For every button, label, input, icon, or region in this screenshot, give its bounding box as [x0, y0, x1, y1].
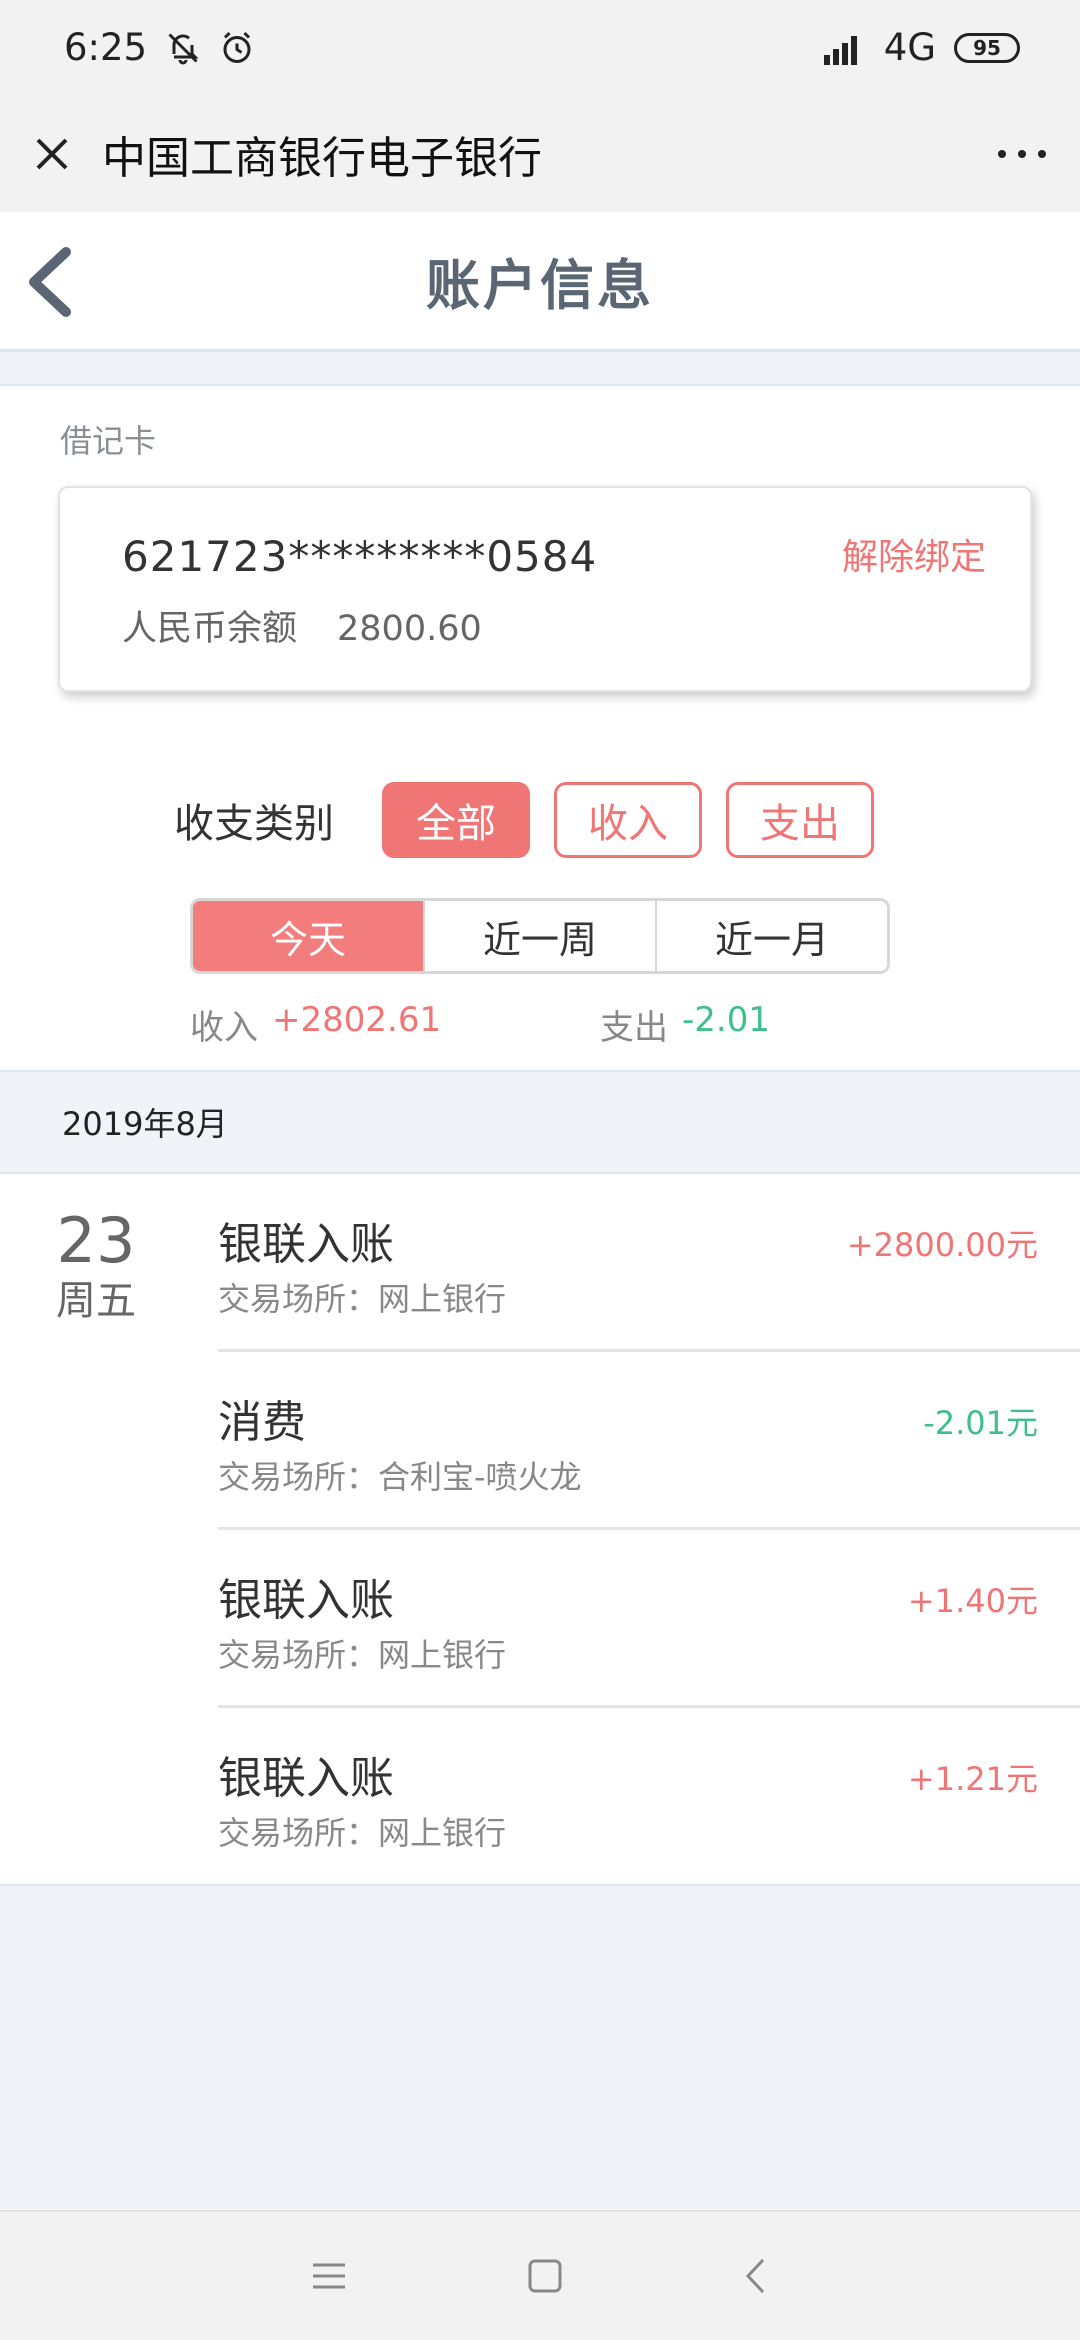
type-filter-label: 收支类别: [174, 801, 334, 847]
transaction-place: 交易场所：合利宝-喷火龙: [218, 1458, 582, 1496]
filter-expense-button[interactable]: 支出: [726, 782, 874, 858]
transaction-row[interactable]: 银联入账 交易场所：网上银行 +1.21元: [218, 1708, 1080, 1886]
network-label: 4G: [883, 26, 936, 69]
transaction-amount: +1.40元: [907, 1582, 1038, 1620]
transaction-row[interactable]: 银联入账 交易场所：网上银行 +1.40元: [218, 1530, 1080, 1708]
period-selector: 今天 近一周 近一月: [190, 898, 890, 974]
app-title: 中国工商银行电子银行: [102, 132, 542, 184]
transaction-row[interactable]: 消费 交易场所：合利宝-喷火龙 -2.01元: [218, 1352, 1080, 1530]
day-number: 23: [56, 1204, 136, 1277]
back-nav-icon[interactable]: [743, 2257, 769, 2295]
status-bar: 6:25 4G 95: [0, 0, 1080, 95]
transaction-row[interactable]: 银联入账 交易场所：网上银行 +2800.00元: [218, 1174, 1080, 1352]
transaction-title: 消费: [218, 1397, 306, 1448]
income-label: 收入: [190, 1008, 258, 1048]
home-icon[interactable]: [527, 2258, 563, 2294]
transaction-title: 银联入账: [218, 1575, 394, 1626]
balance-label: 人民币余额: [122, 609, 298, 649]
system-nav-bar: [0, 2210, 1080, 2340]
income-total: +2802.61: [272, 1000, 442, 1040]
back-icon[interactable]: [18, 244, 78, 320]
day-label: 23 周五: [56, 1206, 136, 1326]
month-header: 2019年8月: [0, 1070, 1080, 1174]
battery-level: 95: [973, 35, 1001, 60]
transaction-place: 交易场所：网上银行: [218, 1814, 507, 1852]
period-week-tab[interactable]: 近一周: [423, 901, 655, 971]
transaction-list: 23 周五 银联入账 交易场所：网上银行 +2800.00元 消费 交易场所：合…: [0, 1174, 1080, 1886]
page-title: 账户信息: [426, 254, 654, 317]
period-today-tab[interactable]: 今天: [193, 901, 423, 971]
close-icon[interactable]: [28, 130, 76, 178]
bell-off-icon: [165, 30, 201, 66]
expense-label: 支出: [600, 1008, 668, 1048]
transaction-amount: +1.21元: [907, 1760, 1038, 1798]
page-header: 账户信息: [0, 212, 1080, 352]
more-icon[interactable]: [992, 144, 1052, 164]
balance-value: 2800.60: [337, 609, 482, 649]
type-filter: 收支类别 全部 收入 支出: [174, 782, 898, 858]
account-section: 借记卡 621723*********0584 解除绑定 人民币余额 2800.6…: [0, 384, 1080, 1070]
transaction-amount: +2800.00元: [846, 1226, 1038, 1264]
unbind-button[interactable]: 解除绑定: [842, 528, 986, 580]
transaction-title: 银联入账: [218, 1219, 394, 1270]
title-bar: 中国工商银行电子银行: [0, 95, 1080, 212]
menu-icon[interactable]: [311, 2261, 347, 2291]
card-number: 621723*********0584: [122, 532, 598, 581]
filter-income-button[interactable]: 收入: [554, 782, 702, 858]
transaction-place: 交易场所：网上银行: [218, 1280, 507, 1318]
day-weekday: 周五: [56, 1278, 136, 1324]
transaction-amount: -2.01元: [923, 1404, 1038, 1442]
expense-total: -2.01: [682, 1000, 770, 1040]
alarm-icon: [219, 30, 255, 66]
battery-icon: 95: [954, 32, 1020, 63]
status-time: 6:25: [64, 26, 148, 69]
signal-icon: [822, 31, 866, 65]
status-left: 6:25: [64, 26, 255, 69]
balance: 人民币余额 2800.60: [122, 600, 482, 651]
status-right: 4G 95: [822, 26, 1020, 69]
filter-all-button[interactable]: 全部: [382, 782, 530, 858]
transaction-place: 交易场所：网上银行: [218, 1636, 507, 1674]
period-month-tab[interactable]: 近一月: [655, 901, 887, 971]
card-type-label: 借记卡: [60, 422, 157, 460]
bank-card: 621723*********0584 解除绑定 人民币余额 2800.60: [58, 486, 1032, 692]
transaction-title: 银联入账: [218, 1753, 394, 1804]
